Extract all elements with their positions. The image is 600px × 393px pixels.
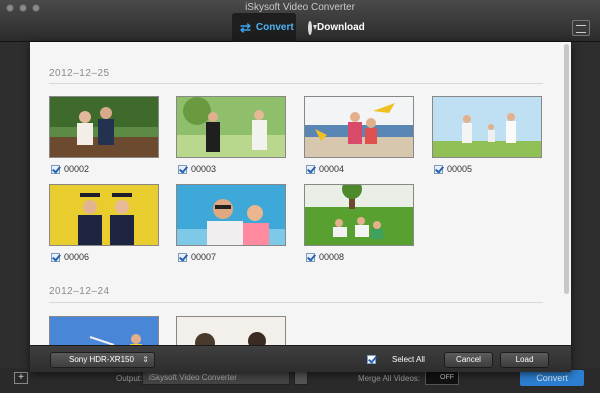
beach-kids-image [305, 97, 413, 157]
merge-toggle[interactable]: OFF [425, 371, 459, 385]
video-item[interactable]: 00003 [178, 164, 216, 174]
video-checkbox[interactable] [306, 252, 315, 262]
video-label: 00004 [319, 164, 345, 174]
video-thumbnail[interactable] [176, 316, 286, 345]
merge-label: Merge All Videos: [358, 374, 421, 383]
video-thumbnail[interactable] [176, 96, 286, 158]
output-label: Output: [116, 374, 143, 383]
video-thumbnail[interactable] [176, 184, 286, 246]
video-item[interactable]: 00008 [306, 252, 344, 262]
section-date: 2012–12–24 [49, 286, 110, 297]
video-checkbox[interactable] [306, 164, 315, 174]
section-date: 2012–12–25 [49, 68, 110, 79]
video-browser[interactable]: 2012–12–25 00002 00003 00004 00005 00006… [30, 42, 571, 345]
graduates-image [50, 185, 158, 245]
video-thumbnail[interactable] [304, 184, 414, 246]
father-son-image [177, 185, 285, 245]
video-checkbox[interactable] [51, 252, 60, 262]
video-thumbnail[interactable] [432, 96, 542, 158]
title-bar: iSkysoft Video Converter ⇄ Convert Downl… [0, 0, 600, 42]
video-label: 00003 [191, 164, 217, 174]
video-checkbox[interactable] [178, 252, 187, 262]
menu-button[interactable] [572, 20, 590, 36]
video-label: 00008 [319, 252, 345, 262]
tab-convert-label: Convert [255, 22, 294, 33]
output-select[interactable]: iSkysoft Video Converter [142, 371, 290, 385]
video-label: 00007 [191, 252, 217, 262]
video-item[interactable]: 00005 [434, 164, 472, 174]
video-item[interactable]: 00006 [51, 252, 89, 262]
picnic-image [305, 185, 413, 245]
select-all-label: Select All [392, 355, 425, 364]
app-window: iSkysoft Video Converter ⇄ Convert Downl… [0, 0, 600, 393]
convert-button[interactable]: Convert [520, 370, 584, 386]
wedding-park-image [177, 97, 285, 157]
device-select[interactable]: Sony HDR-XR150 [50, 352, 155, 368]
wedding-couple-image [50, 97, 158, 157]
video-thumbnail[interactable] [304, 96, 414, 158]
cancel-button[interactable]: Cancel [444, 352, 493, 368]
video-thumbnail[interactable] [49, 316, 159, 345]
dialog-footer: Sony HDR-XR150 Select All Cancel Load [30, 345, 571, 372]
video-thumbnail[interactable] [49, 96, 159, 158]
video-checkbox[interactable] [51, 164, 60, 174]
convert-icon: ⇄ [240, 19, 251, 35]
portrait-image [177, 317, 285, 345]
tab-download[interactable]: Download [300, 13, 372, 42]
vertical-scrollbar[interactable] [564, 44, 569, 294]
load-from-camcorder-dialog: 2012–12–25 00002 00003 00004 00005 00006… [30, 42, 571, 372]
section-divider [49, 302, 543, 303]
video-thumbnail[interactable] [49, 184, 159, 246]
sky-kids-image [50, 317, 158, 345]
section-divider [49, 83, 543, 84]
video-checkbox[interactable] [434, 164, 443, 174]
video-checkbox[interactable] [178, 164, 187, 174]
add-file-button[interactable]: + [14, 372, 28, 384]
tab-download-label: Download [317, 22, 365, 33]
video-label: 00002 [64, 164, 90, 174]
output-folder-button[interactable] [294, 371, 308, 385]
download-icon [308, 20, 317, 35]
video-item[interactable]: 00002 [51, 164, 89, 174]
tab-convert[interactable]: ⇄ Convert [232, 13, 296, 42]
video-item[interactable]: 00004 [306, 164, 344, 174]
window-title: iSkysoft Video Converter [245, 2, 355, 13]
video-item[interactable]: 00007 [178, 252, 216, 262]
select-all-checkbox[interactable] [367, 355, 376, 364]
video-label: 00006 [64, 252, 90, 262]
load-button[interactable]: Load [500, 352, 549, 368]
family-field-image [433, 97, 541, 157]
video-label: 00005 [447, 164, 473, 174]
